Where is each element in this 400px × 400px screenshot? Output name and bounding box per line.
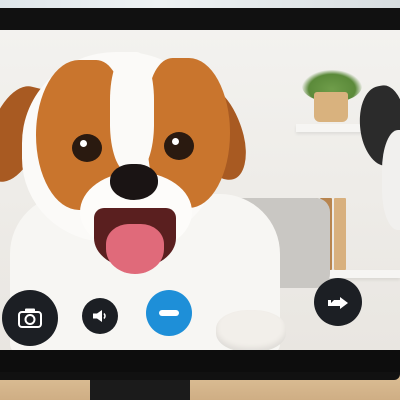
minus-icon bbox=[158, 309, 180, 317]
dog-paw bbox=[216, 310, 286, 350]
book bbox=[334, 198, 346, 270]
speaker-button[interactable] bbox=[82, 298, 118, 334]
second-pet bbox=[353, 82, 400, 236]
second-pet-face bbox=[382, 130, 400, 230]
dog-head bbox=[22, 52, 230, 274]
plant-pot bbox=[314, 92, 348, 122]
speaker-icon bbox=[92, 309, 108, 323]
dog-eye-right bbox=[164, 132, 194, 160]
dog-tongue bbox=[106, 224, 164, 274]
dog-eye-left bbox=[72, 134, 102, 162]
camera-button[interactable] bbox=[2, 290, 58, 346]
share-icon bbox=[326, 292, 350, 312]
monitor-bezel bbox=[0, 350, 400, 372]
dog-nose bbox=[110, 164, 158, 200]
end-call-button[interactable] bbox=[146, 290, 192, 336]
dog-blaze bbox=[110, 52, 154, 172]
share-button[interactable] bbox=[314, 278, 362, 326]
photo-scene bbox=[0, 0, 400, 400]
camera-icon bbox=[17, 307, 43, 329]
